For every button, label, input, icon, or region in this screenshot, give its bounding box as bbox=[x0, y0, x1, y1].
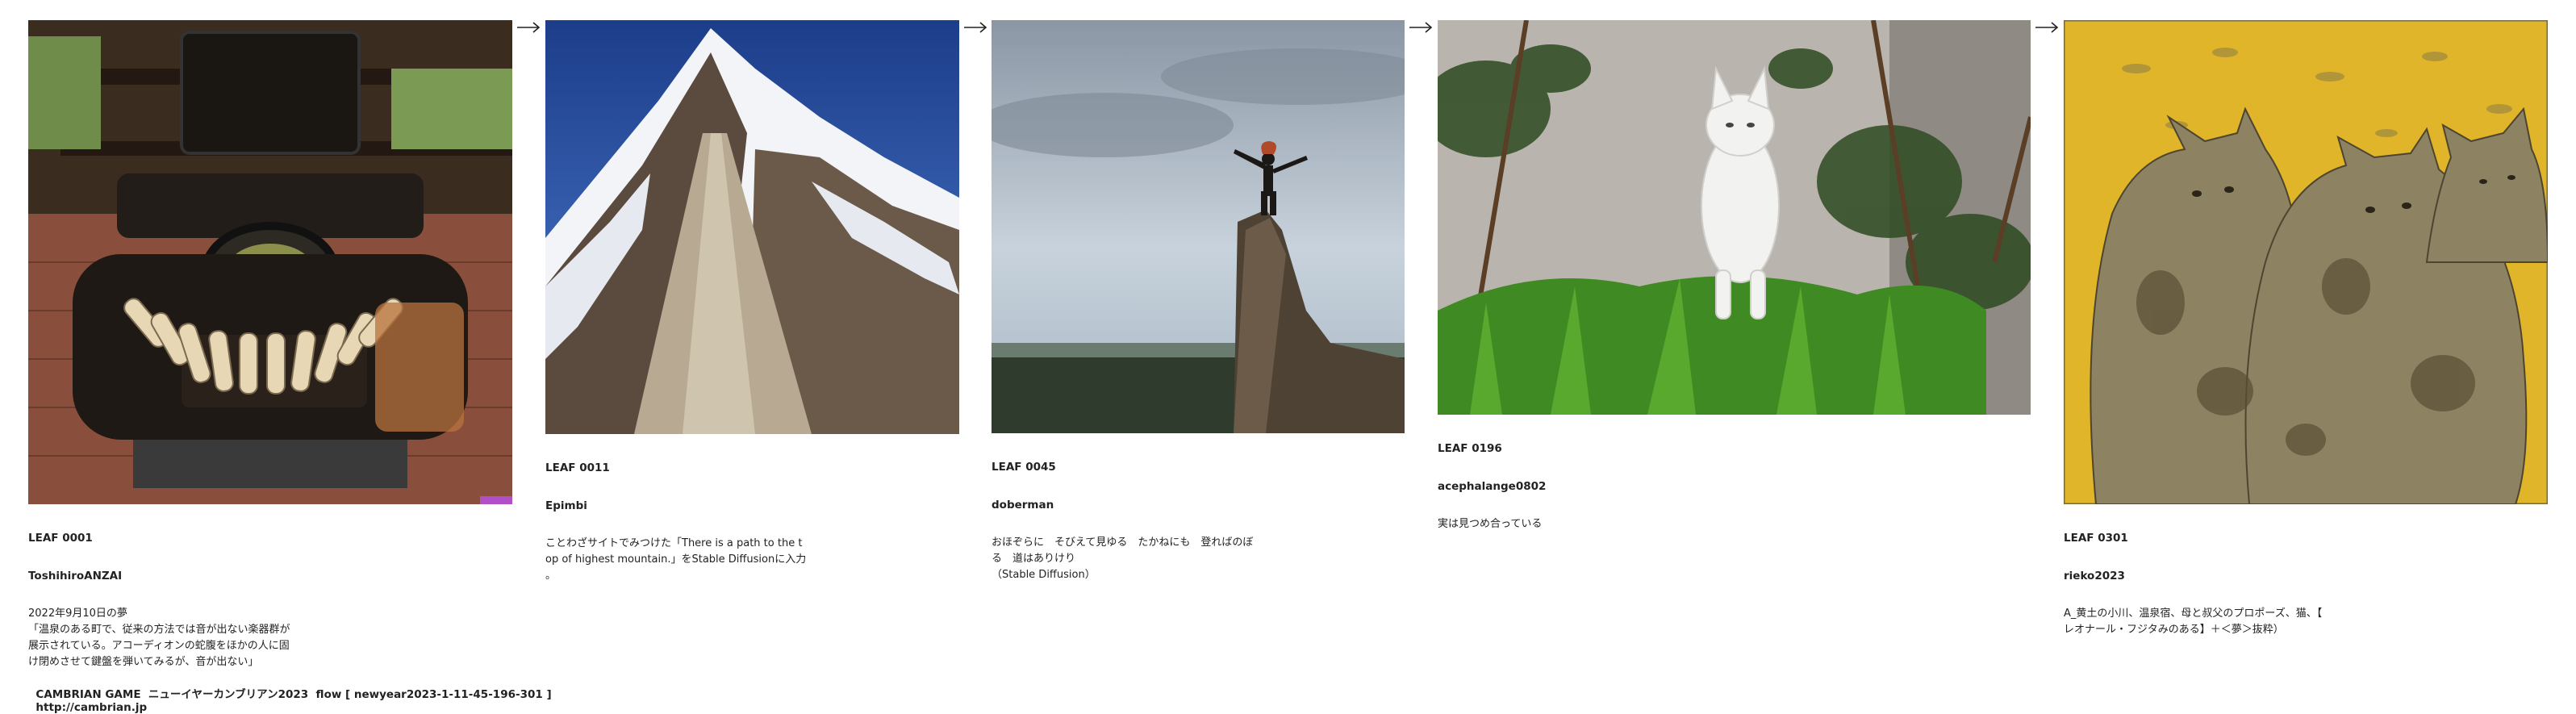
leaf-code: LEAF 0196 bbox=[1438, 442, 1502, 455]
leaf-image-mountain-path[interactable] bbox=[545, 20, 959, 434]
mountain-path-illustration bbox=[545, 20, 959, 434]
leaf-card-0045[interactable]: LEAF 0045 doberman おほぞらに そびえて見ゆる たかねにも 登… bbox=[992, 20, 1405, 599]
leaf-code: LEAF 0301 bbox=[2064, 532, 2128, 545]
leaf-description: 2022年9月10日の夢 「温泉のある町で、従来の方法では音が出ない楽器群が 展… bbox=[28, 608, 290, 668]
cliff-figure-illustration bbox=[992, 20, 1405, 433]
cats-painting-illustration bbox=[2064, 20, 2548, 504]
leaf-code: LEAF 0001 bbox=[28, 532, 93, 545]
leaf-author[interactable]: Epimbi bbox=[545, 498, 959, 514]
leaf-image-white-cat-figure[interactable] bbox=[1438, 20, 2031, 415]
leaf-author[interactable]: rieko2023 bbox=[2064, 568, 2548, 584]
arrow-right-icon bbox=[517, 22, 541, 33]
leaf-card-0196[interactable]: LEAF 0196 acephalange0802 実は見つめ合っている bbox=[1438, 20, 2031, 549]
leaf-description: A_黄土の小川、温泉宿、母と叔父のプロポーズ、猫、【 レオナール・フジタみのある… bbox=[2064, 608, 2323, 636]
cat-figure-illustration bbox=[1438, 20, 2031, 415]
leaf-card-0301[interactable]: LEAF 0301 rieko2023 A_黄土の小川、温泉宿、母と叔父のプロポ… bbox=[2064, 20, 2548, 654]
footer: CAMBRIAN GAME ニューイヤーカンブリアン2023 flow [ ne… bbox=[28, 672, 562, 714]
leaf-description: ことわざサイトでみつけた「There is a path to the t op… bbox=[545, 537, 807, 582]
arrow-right-icon bbox=[2035, 22, 2059, 33]
leaf-code: LEAF 0011 bbox=[545, 461, 610, 474]
leaf-author[interactable]: ToshihiroANZAI bbox=[28, 568, 512, 584]
leaf-image-accordion[interactable] bbox=[28, 20, 512, 504]
accordion-illustration bbox=[28, 20, 512, 504]
leaf-author[interactable]: acephalange0802 bbox=[1438, 478, 2031, 495]
leaf-description: 実は見つめ合っている bbox=[1438, 518, 1543, 530]
leaf-card-0001[interactable]: LEAF 0001 ToshihiroANZAI 2022年9月10日の夢 「温… bbox=[28, 20, 512, 687]
leaf-image-cliff-figure[interactable] bbox=[992, 20, 1405, 433]
leaf-card-0011[interactable]: LEAF 0011 Epimbi ことわざサイトでみつけた「There is a… bbox=[545, 20, 959, 600]
arrow-right-icon bbox=[1409, 22, 1433, 33]
leaf-code: LEAF 0045 bbox=[992, 461, 1056, 474]
leaf-image-cats-painting[interactable] bbox=[2064, 20, 2548, 504]
footer-link[interactable]: http://cambrian.jp bbox=[35, 701, 147, 714]
leaf-author[interactable]: doberman bbox=[992, 497, 1405, 513]
leaf-description: おほぞらに そびえて見ゆる たかねにも 登ればのぼ る 道はありけり （Stab… bbox=[992, 537, 1254, 581]
arrow-right-icon bbox=[964, 22, 987, 33]
